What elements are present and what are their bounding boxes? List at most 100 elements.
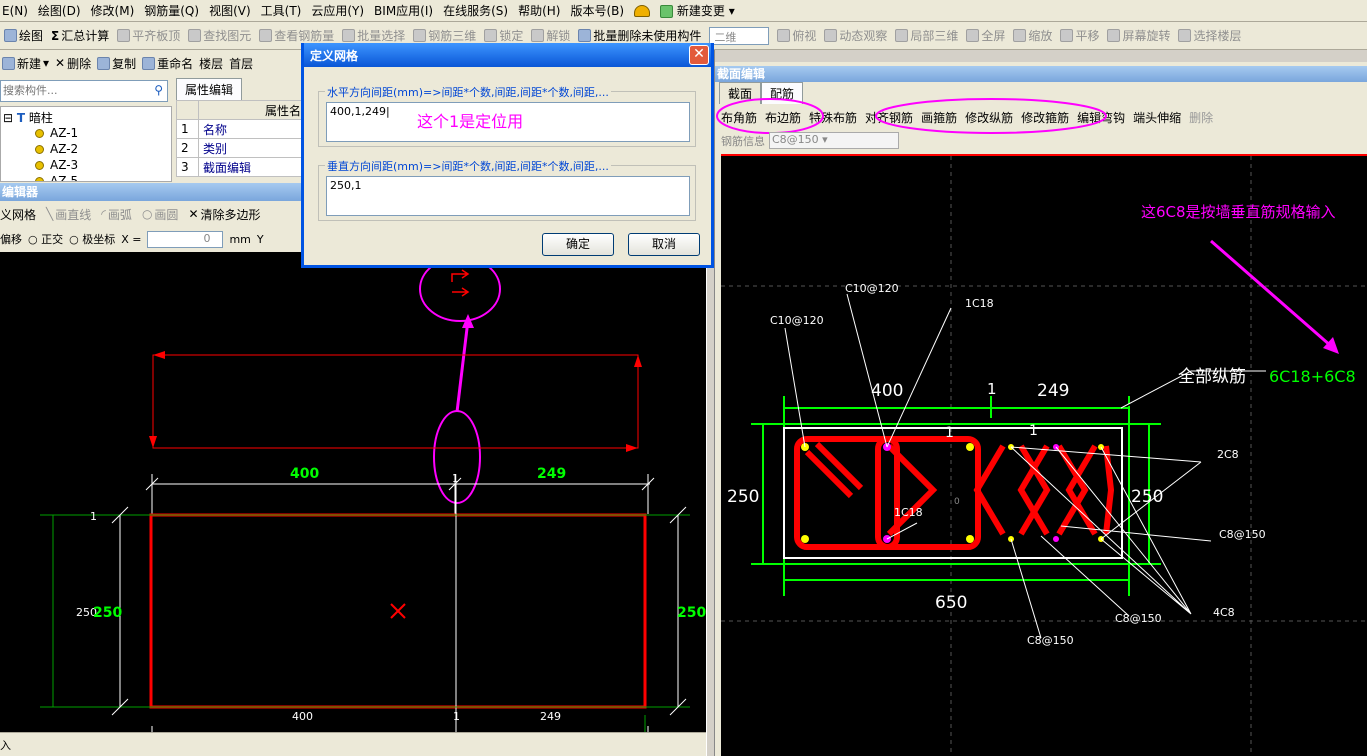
- ok-button[interactable]: 确定: [542, 233, 614, 256]
- unlock-icon: [531, 29, 545, 42]
- cancel-button[interactable]: 取消: [628, 233, 700, 256]
- grid-canvas[interactable]: 400 249 1 1 250 250 250 650: [0, 252, 706, 732]
- search-input[interactable]: [1, 81, 141, 99]
- section-canvas[interactable]: C10@120 C10@120 1C18 1C18 2C8 C8@150 C8@…: [721, 154, 1367, 756]
- dynamic-view-button[interactable]: 动态观察: [824, 27, 887, 44]
- fullscreen-button[interactable]: 全屏: [966, 27, 1005, 44]
- circle-icon: ○: [141, 207, 153, 221]
- tree-item[interactable]: AZ-1: [35, 126, 78, 140]
- pan-button[interactable]: 平移: [1060, 27, 1099, 44]
- find-element-button[interactable]: 查找图元: [188, 27, 251, 44]
- clear-polygon-button[interactable]: ✕ 清除多边形: [188, 206, 260, 223]
- draw-circle-button[interactable]: ○ 画圆: [142, 206, 179, 223]
- rebar-info-select[interactable]: C8@150 ▾: [769, 132, 899, 149]
- menu-rebar-qty[interactable]: 钢筋量(Q): [144, 2, 199, 19]
- slab-icon: [117, 29, 131, 42]
- arc-icon: ◜: [101, 207, 106, 221]
- floor-label: 楼层: [199, 56, 224, 71]
- dialog-titlebar: 定义网格 ✕: [304, 43, 711, 67]
- zoom-button[interactable]: 缩放: [1013, 27, 1052, 44]
- select-floor-button[interactable]: 选择楼层: [1178, 27, 1241, 44]
- flat-slab-button[interactable]: 平齐板顶: [117, 27, 180, 44]
- label-c18b: 1C18: [894, 506, 923, 519]
- search-icon[interactable]: ⚲: [154, 83, 163, 97]
- new-change-menu[interactable]: 新建变更 ▾: [660, 2, 735, 19]
- leader-line: [1010, 446, 1192, 615]
- menu-tools[interactable]: 工具(T): [261, 2, 302, 19]
- sigma-icon: Σ: [51, 28, 60, 43]
- menu-modify[interactable]: 修改(M): [91, 2, 135, 19]
- menu-draw[interactable]: 绘图(D): [38, 2, 81, 19]
- tree-item[interactable]: AZ-2: [35, 142, 78, 156]
- menu-cloud[interactable]: 云应用(Y): [311, 2, 364, 19]
- table-row[interactable]: 1 名称: [176, 119, 306, 139]
- dim-250-left-label: 250: [727, 487, 759, 507]
- label-c8c: C8@150: [1115, 612, 1162, 625]
- lock-button[interactable]: 锁定: [484, 27, 523, 44]
- label-c8d: C8@150: [1027, 634, 1074, 647]
- cube-icon: [895, 29, 909, 42]
- vertical-spacing-input[interactable]: 250,1: [326, 176, 690, 216]
- menu-online[interactable]: 在线服务(S): [443, 2, 508, 19]
- delete-button[interactable]: ✕ 删除: [55, 55, 91, 72]
- label-c10b: C10@120: [845, 282, 899, 295]
- rebar-info-row: 钢筋信息 C8@150 ▾: [721, 132, 899, 149]
- pencil-icon: [4, 29, 17, 42]
- search-box: ⚲: [0, 80, 168, 102]
- gear-icon: [35, 129, 44, 138]
- close-icon: ✕: [188, 207, 199, 221]
- dim-650-label: 650: [935, 593, 967, 613]
- delete-button[interactable]: 删除: [1189, 109, 1213, 126]
- view-mode-select[interactable]: 二维: [709, 26, 770, 45]
- rename-button[interactable]: 重命名: [142, 55, 193, 72]
- draw-line-button[interactable]: ╲ 画直线: [46, 206, 91, 223]
- arrow-icon: [634, 355, 642, 367]
- copy-button[interactable]: 复制: [97, 55, 136, 72]
- y-label: Y: [256, 232, 264, 246]
- section-editor-panel: 截面编辑 截面 配筋 布角筋 布边筋 特殊布筋 对齐钢筋 画箍筋 修改纵筋 修改…: [715, 62, 1367, 756]
- ortho-radio[interactable]: ○ 正交: [28, 231, 63, 247]
- polar-radio[interactable]: ○ 极坐标: [69, 231, 115, 247]
- annotation-ellipse: [875, 98, 1107, 134]
- rotate-button[interactable]: 屏幕旋转: [1107, 27, 1170, 44]
- close-icon[interactable]: ✕: [689, 45, 709, 65]
- table-row[interactable]: 2 类别: [176, 138, 306, 158]
- center-mark-icon: [390, 603, 406, 619]
- component-toolbar: 新建 ▾ ✕ 删除 复制 重命名 楼层 首层: [0, 52, 300, 74]
- unlock-button[interactable]: 解锁: [531, 27, 570, 44]
- view-rebar-button[interactable]: 查看钢筋量: [259, 27, 334, 44]
- menu-help[interactable]: 帮助(H): [518, 2, 560, 19]
- bottom-400-label: 400: [292, 710, 313, 723]
- top-view-button[interactable]: 俯视: [777, 27, 816, 44]
- tree-root[interactable]: ⊟ T 暗柱: [3, 109, 53, 126]
- batch-select-button[interactable]: 批量选择: [342, 27, 405, 44]
- draw-arc-button[interactable]: ◜ 画弧: [101, 206, 132, 223]
- menu-bim[interactable]: BIM应用(I): [374, 2, 433, 19]
- offset-radio[interactable]: 偏移: [0, 231, 22, 247]
- leader-line: [1060, 525, 1212, 542]
- menu-edit[interactable]: E(N): [2, 4, 28, 18]
- x-input[interactable]: 0: [147, 230, 224, 248]
- long-rebar: [1053, 536, 1059, 542]
- draw-button[interactable]: 绘图: [4, 27, 43, 44]
- origin-label: 0: [954, 497, 960, 507]
- floor-select[interactable]: 首层: [229, 55, 253, 72]
- end-extend-button[interactable]: 端头伸缩: [1133, 109, 1181, 126]
- menu-version[interactable]: 版本号(B): [570, 2, 624, 19]
- rebar-3d-button[interactable]: 钢筋三维: [413, 27, 476, 44]
- tree-item[interactable]: AZ-3: [35, 158, 78, 172]
- table-row[interactable]: 3 截面编辑: [176, 157, 306, 177]
- property-tab[interactable]: 属性编辑: [176, 78, 243, 100]
- batch-delete-button[interactable]: 批量删除未使用构件: [578, 27, 701, 44]
- leader-line: [886, 307, 952, 448]
- arrow-icon: [626, 444, 638, 452]
- new-button[interactable]: 新建 ▾: [2, 55, 49, 72]
- local-3d-button[interactable]: 局部三维: [895, 27, 958, 44]
- label-2c8: 2C8: [1217, 448, 1239, 461]
- menu-view[interactable]: 视图(V): [209, 2, 251, 19]
- leader-line: [1040, 535, 1130, 617]
- tree-item[interactable]: AZ-5: [35, 174, 78, 181]
- summary-calc-button[interactable]: Σ 汇总计算: [51, 27, 109, 44]
- all-long-label: 全部纵筋: [1178, 367, 1246, 387]
- define-grid-button[interactable]: 义网格: [0, 206, 36, 223]
